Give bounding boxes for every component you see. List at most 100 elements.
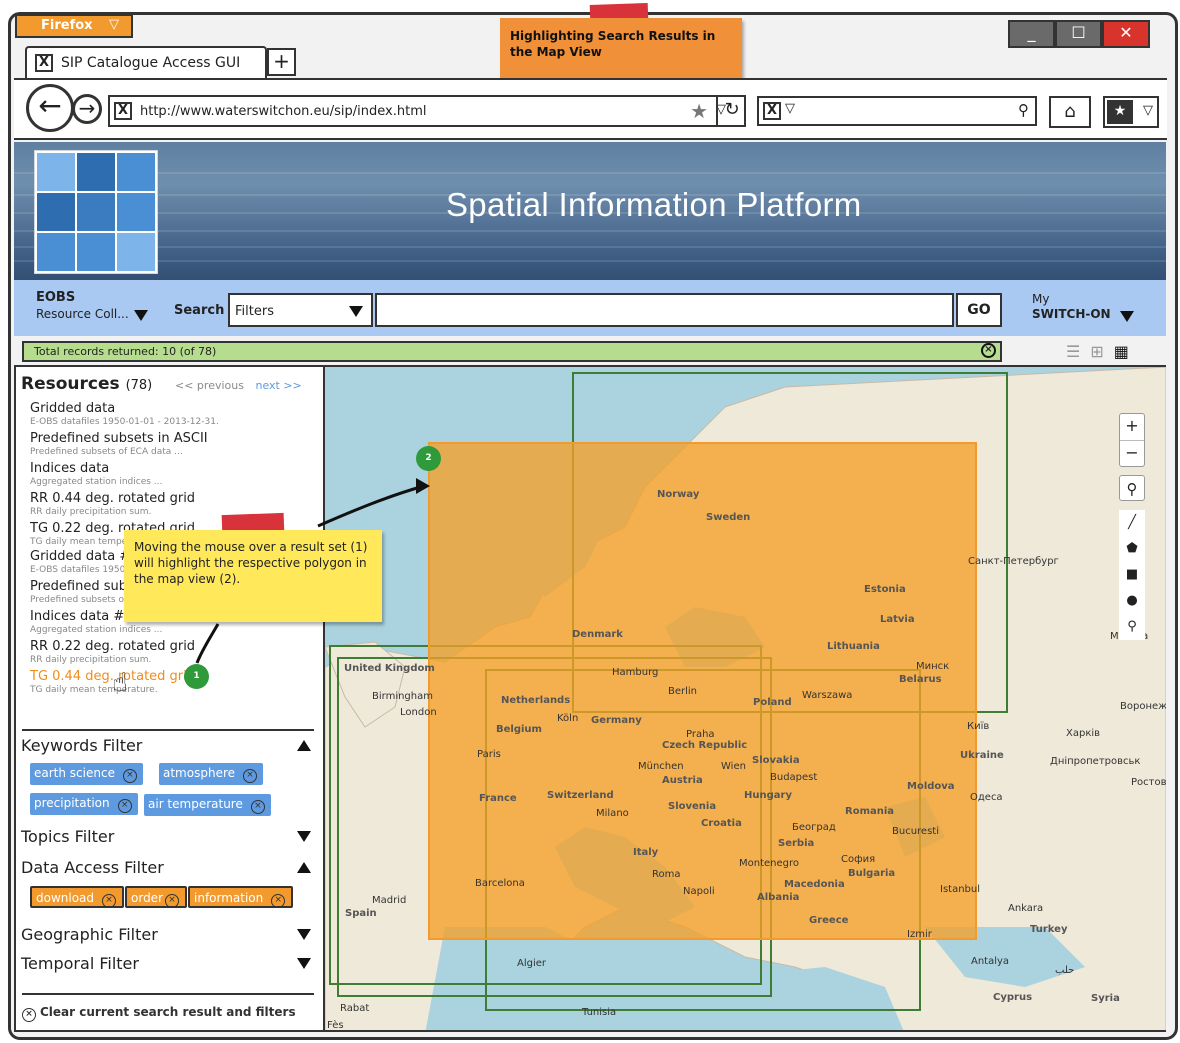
remove-icon[interactable]: × (122, 769, 137, 783)
zoom-in-button[interactable]: + (1120, 414, 1144, 440)
map-label: Wien (721, 761, 746, 772)
map-view-icon[interactable]: ▦ (1114, 342, 1129, 361)
map-label: Belarus (899, 674, 942, 685)
map-label: Минск (916, 661, 950, 672)
keyword-tag[interactable]: air temperature × (144, 794, 271, 816)
map-search-icon[interactable]: ⚲ (1119, 475, 1145, 501)
browser-search-bar[interactable]: X ▽ ⚲ (757, 96, 1037, 126)
next-link[interactable]: next >> (255, 379, 301, 392)
list-item[interactable]: Indices data Aggregated station indices .… (30, 461, 320, 487)
close-results-icon[interactable]: × (981, 343, 996, 358)
new-tab-button[interactable]: + (267, 48, 296, 76)
collection-selector[interactable]: EOBS Resource Coll... (36, 289, 148, 322)
search-icon[interactable]: ⚲ (1018, 101, 1029, 119)
switch-on-logo[interactable] (34, 150, 158, 274)
collection-label: EOBS (36, 290, 76, 305)
map-label: Norway (657, 489, 700, 500)
draw-circle-icon[interactable]: ● (1119, 588, 1145, 614)
keywords-filter-label: Keywords Filter (21, 736, 143, 755)
draw-rectangle-icon[interactable]: ■ (1119, 562, 1145, 588)
chevron-down-icon (297, 831, 311, 842)
remove-icon[interactable]: × (165, 894, 179, 908)
home-button[interactable]: ⌂ (1049, 96, 1091, 128)
filters-select[interactable]: Filters (228, 293, 373, 327)
map-label: Ukraine (960, 750, 1004, 761)
bookmarks-dropdown-icon[interactable]: ▽ (1143, 103, 1153, 118)
keyword-tag[interactable]: atmosphere × (159, 763, 263, 785)
forward-button[interactable]: → (72, 94, 102, 124)
divider (22, 729, 314, 731)
map-label: Turkey (1030, 924, 1068, 935)
divider (22, 993, 314, 995)
access-label: download (36, 891, 95, 905)
map-label: София (841, 854, 876, 865)
map-label: Birmingham (372, 691, 433, 702)
search-input[interactable] (375, 293, 954, 327)
topics-filter-header[interactable]: Topics Filter (21, 827, 317, 846)
list-item-highlighted[interactable]: TG 0.44 deg. rotated grid TG daily mean t… (30, 669, 320, 695)
list-item[interactable]: Predefined subsets in ASCII Predefined su… (30, 431, 320, 457)
result-title: RR 0.22 deg. rotated grid (30, 639, 196, 654)
bookmarks-button[interactable]: ★ ▽ (1103, 96, 1159, 128)
keywords-filter-header[interactable]: Keywords Filter (21, 736, 317, 755)
map-label: United Kingdom (344, 663, 435, 674)
highlighted-result-polygon[interactable] (428, 442, 977, 940)
back-button[interactable]: ← (26, 84, 74, 132)
access-tag[interactable]: order × (125, 886, 187, 908)
map-label: Hungary (744, 790, 792, 801)
note-text: Moving the mouse over a result set (1) w… (134, 540, 368, 586)
map-label: Italy (633, 847, 659, 858)
search-engine-dropdown-icon[interactable]: ▽ (785, 101, 795, 116)
map-label: Харків (1066, 728, 1101, 739)
browser-tab[interactable]: X SIP Catalogue Access GUI (25, 46, 267, 78)
list-view-icon[interactable]: ☰ (1066, 342, 1080, 361)
resources-heading: Resources (78) (21, 374, 152, 394)
list-item[interactable]: RR 0.22 deg. rotated grid RR daily precip… (30, 639, 320, 665)
map-label: Дніпропетровськ (1050, 756, 1141, 767)
minimize-button[interactable]: _ (1008, 20, 1055, 48)
keyword-label: air temperature (148, 797, 243, 811)
go-button[interactable]: GO (956, 293, 1002, 327)
keyword-tag[interactable]: earth science × (30, 763, 143, 785)
grid-view-icon[interactable]: ⊞ (1090, 342, 1103, 361)
clear-icon: × (22, 1008, 36, 1022)
bookmark-star-icon[interactable]: ★ (690, 99, 708, 123)
clear-label: Clear current search result and filters (40, 1005, 296, 1019)
previous-link[interactable]: << previous (175, 379, 244, 392)
access-label: order (131, 891, 163, 905)
my-switch-on-menu[interactable]: My SWITCH-ON (1032, 292, 1134, 322)
results-count-text: Total records returned: 10 (of 78) (34, 345, 217, 358)
remove-icon[interactable]: × (102, 894, 117, 908)
map-view[interactable]: Norway Sweden Estonia Latvia Lithuania D… (325, 365, 1166, 1032)
reload-icon[interactable]: ↻ (716, 95, 746, 127)
draw-polygon-icon[interactable]: ⬟ (1119, 536, 1145, 562)
keyword-label: precipitation (34, 796, 110, 810)
draw-marker-icon[interactable]: ⚲ (1119, 614, 1145, 640)
close-window-button[interactable]: ✕ (1102, 20, 1150, 48)
remove-icon[interactable]: × (271, 894, 286, 908)
annotation-text: Highlighting Search Results in the Map V… (510, 29, 716, 59)
geographic-filter-header[interactable]: Geographic Filter (21, 925, 317, 944)
map-label: Germany (591, 715, 642, 726)
map-label: Hamburg (612, 667, 659, 678)
remove-icon[interactable]: × (250, 800, 265, 814)
result-title: RR 0.44 deg. rotated grid (30, 491, 196, 506)
zoom-out-button[interactable]: − (1120, 440, 1144, 466)
draw-line-icon[interactable]: ╱ (1119, 510, 1145, 536)
map-label: Napoli (683, 886, 715, 897)
remove-icon[interactable]: × (117, 799, 132, 813)
temporal-filter-header[interactable]: Temporal Filter (21, 954, 317, 973)
data-access-filter-header[interactable]: Data Access Filter (21, 858, 317, 877)
remove-icon[interactable]: × (243, 769, 257, 783)
clear-search-link[interactable]: × Clear current search result and filters (22, 1005, 296, 1022)
url-bar[interactable]: X http://www.waterswitchon.eu/sip/index.… (108, 95, 746, 127)
map-label: Köln (557, 713, 579, 724)
list-item[interactable]: Gridded data E-OBS datafiles 1950-01-01 -… (30, 401, 320, 427)
map-label: Воронеж (1120, 701, 1166, 712)
keyword-tag[interactable]: precipitation × (30, 793, 138, 815)
access-tag[interactable]: download × (30, 886, 125, 908)
firefox-menu-label: Firefox (41, 18, 93, 33)
firefox-menu-button[interactable]: Firefox ▽ (15, 14, 133, 38)
access-tag[interactable]: information × (188, 886, 294, 908)
maximize-button[interactable]: ☐ (1055, 20, 1102, 48)
